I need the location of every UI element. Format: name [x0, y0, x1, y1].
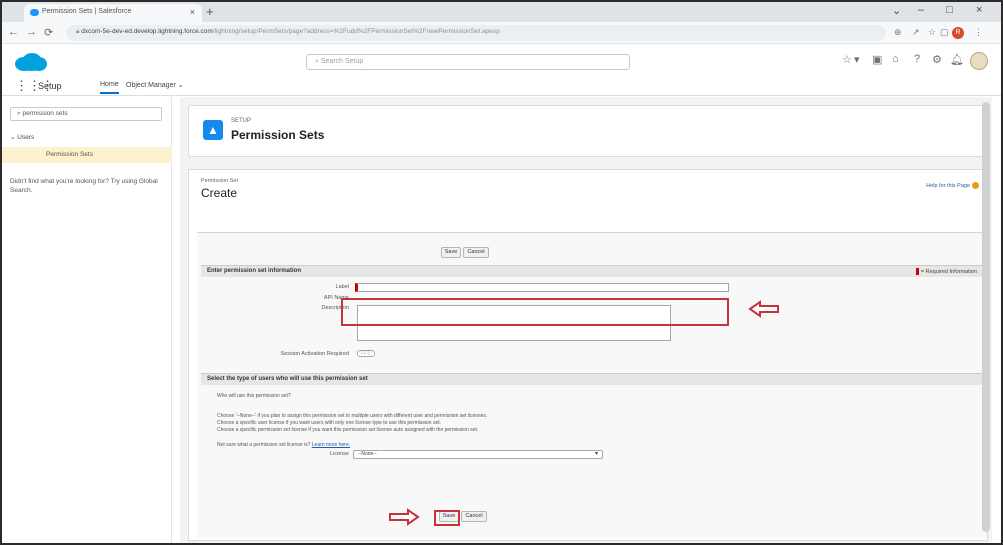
tab-object-manager[interactable]: Object Manager ⌄	[126, 81, 184, 89]
session-activation-checkbox[interactable]: ☐ ⓘ	[357, 350, 375, 357]
quick-find-value: permission sets	[22, 110, 68, 117]
permission-set-form: Save Cancel Enter permission set informa…	[197, 232, 987, 538]
profile-avatar[interactable]: R	[952, 27, 964, 39]
share-icon[interactable]: ↗	[912, 27, 920, 38]
cancel-button-bottom[interactable]: Cancel	[461, 511, 487, 522]
page-title: Permission Sets	[231, 128, 325, 142]
browser-tab-bar: Permission Sets | Salesforce × + ⌄ – □ ×	[2, 2, 1001, 22]
label-highlight-box	[341, 298, 729, 326]
quick-find-input[interactable]: ⌕ permission sets	[10, 107, 162, 121]
api-name-field-label: API Name	[323, 295, 349, 301]
tab-title: Permission Sets | Salesforce	[42, 8, 132, 15]
bookmark-star-icon[interactable]: ☆	[928, 27, 936, 38]
favorites-dropdown-icon[interactable]: ▾	[854, 53, 860, 66]
help-icon	[972, 182, 979, 189]
license-label: License	[330, 451, 349, 457]
forward-arrow-icon[interactable]: →	[26, 26, 37, 38]
setup-search-input[interactable]: ⌕ Search Setup	[306, 54, 630, 70]
sidebar-item-permission-sets[interactable]: Permission Sets	[2, 147, 172, 163]
session-activation-label: Session Activation Required	[280, 351, 349, 357]
reload-icon[interactable]: ⟳	[44, 26, 53, 39]
arrow-right-icon	[389, 508, 420, 526]
label-input[interactable]	[355, 283, 729, 292]
browser-menu-icon[interactable]: ⋮	[974, 27, 983, 38]
required-info-text: = Required Information	[920, 268, 977, 275]
create-panel: Permission Set Create Help for this Page…	[188, 169, 988, 541]
description-field-label: Description	[321, 305, 349, 311]
salesforce-global-header: ⌕ Search Setup ☆ ▾ ▣ ⌂ ? ⚙ 🔔︎	[2, 44, 1001, 76]
app-name: Setup	[38, 81, 62, 91]
maximize-button[interactable]: □	[946, 4, 953, 16]
search-placeholder: Search Setup	[320, 58, 364, 65]
choose-line-2: Choose a specific user license if you wa…	[217, 420, 441, 426]
setup-nav-bar: ⋮⋮⋮ Setup Home Object Manager ⌄	[2, 76, 1001, 96]
page-setup-label: SETUP	[231, 118, 252, 124]
section-info-header: Enter permission set information = Requi…	[201, 265, 983, 277]
not-sure-text: Not sure what a permission set license i…	[217, 442, 350, 449]
required-marker	[915, 268, 919, 275]
tree-group-users[interactable]: ⌄ Users	[10, 133, 34, 141]
help-link[interactable]: Help for this Page	[926, 182, 979, 189]
vertical-scrollbar[interactable]	[982, 102, 990, 532]
not-sure-label: Not sure what a permission set license i…	[217, 442, 311, 448]
new-tab-button[interactable]: +	[206, 4, 214, 19]
extensions-icon[interactable]: ▢	[940, 27, 949, 38]
learn-more-link[interactable]: Learn more here.	[312, 442, 350, 448]
tab-home[interactable]: Home	[100, 81, 119, 94]
setup-sidebar: ⌕ permission sets ⌄ Users Permission Set…	[2, 97, 172, 543]
tab-search-icon[interactable]: ⌄	[892, 4, 901, 17]
sidebar-hint-text: Didn't find what you're looking for? Try…	[10, 178, 158, 194]
label-field-label: Label	[335, 284, 349, 290]
screenshot-frame: Permission Sets | Salesforce × + ⌄ – □ ×…	[0, 0, 1003, 545]
favorites-star-icon[interactable]: ☆	[842, 53, 852, 66]
close-window-button[interactable]: ×	[976, 4, 982, 16]
zoom-icon[interactable]: ⊕	[894, 27, 902, 38]
section-users-title: Select the type of users who will use th…	[207, 376, 368, 382]
page-header: ▲ SETUP Permission Sets	[188, 105, 988, 157]
required-info-legend: = Required Information	[915, 268, 977, 275]
url-host: dxcom-5e-dev-ed.develop.lightning.force.…	[81, 28, 213, 35]
license-value: --None--	[358, 451, 377, 457]
help-question-icon[interactable]: ?	[914, 53, 920, 65]
save-button-top[interactable]: Save	[441, 247, 461, 258]
url-field[interactable]: 🔒︎ dxcom-5e-dev-ed.develop.lightning.for…	[66, 25, 886, 41]
help-link-text: Help for this Page	[926, 182, 970, 189]
save-highlight-box	[434, 510, 460, 526]
back-arrow-icon[interactable]: ←	[8, 26, 19, 38]
breadcrumb: Permission Set	[201, 178, 238, 184]
user-avatar[interactable]	[970, 52, 988, 70]
salesforce-favicon-icon	[30, 9, 39, 16]
trailhead-icon[interactable]: ⌂	[892, 53, 899, 65]
section-users-header: Select the type of users who will use th…	[201, 373, 983, 385]
browser-tab[interactable]: Permission Sets | Salesforce ×	[24, 4, 202, 22]
choose-line-3: Choose a specific permission set license…	[217, 427, 479, 433]
url-path: /lightning/setup/PermSets/page?address=%…	[212, 28, 500, 35]
panel-title: Create	[201, 186, 238, 200]
global-actions-icon[interactable]: ▣	[872, 53, 882, 66]
arrow-left-icon	[748, 300, 779, 318]
salesforce-logo-icon[interactable]	[14, 52, 48, 72]
setup-gear-icon[interactable]: ⚙	[932, 53, 942, 66]
notifications-bell-icon[interactable]: 🔔︎	[950, 53, 964, 66]
cancel-button-top[interactable]: Cancel	[463, 247, 489, 258]
chevron-down-icon: ▾	[594, 451, 598, 457]
browser-address-bar: ← → ⟳ 🔒︎ dxcom-5e-dev-ed.develop.lightni…	[2, 22, 1001, 44]
who-uses-question: Who will use this permission set?	[217, 393, 291, 399]
license-select[interactable]: --None-- ▾	[353, 450, 603, 459]
minimize-button[interactable]: –	[918, 4, 924, 16]
user-group-icon: ▲	[203, 120, 223, 140]
choose-line-1: Choose '--None--' if you plan to assign …	[217, 413, 488, 419]
section-info-title: Enter permission set information	[207, 268, 302, 274]
tab-close-icon[interactable]: ×	[190, 7, 195, 17]
